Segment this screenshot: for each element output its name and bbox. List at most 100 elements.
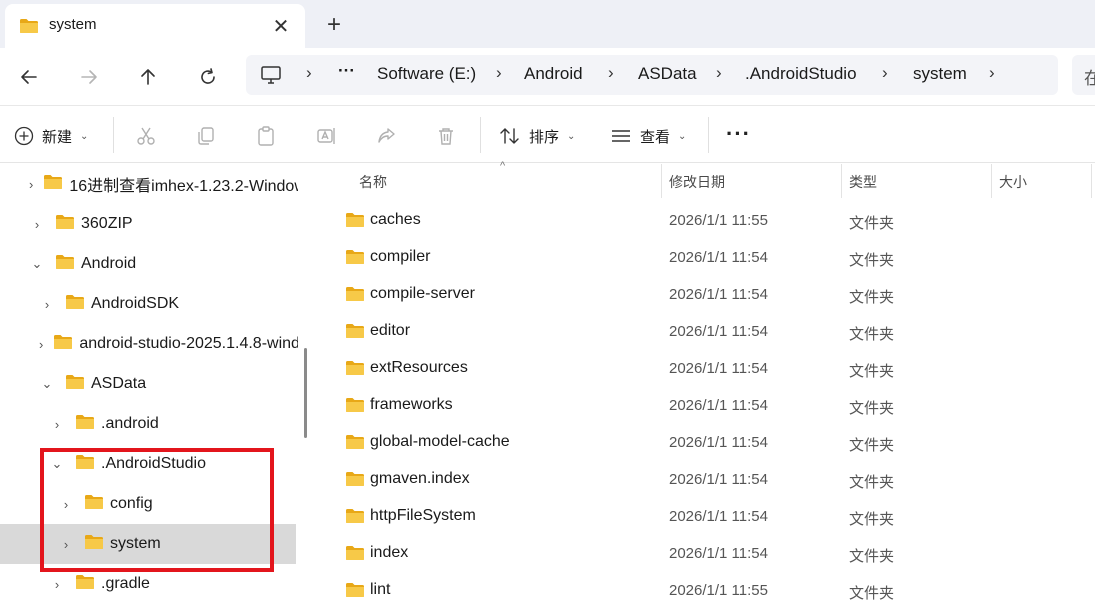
file-name: global-model-cache (370, 433, 510, 450)
tab-strip: system ✕ + (0, 0, 1095, 50)
chevron-right-icon[interactable]: › (496, 63, 502, 83)
column-divider[interactable] (1091, 164, 1092, 198)
tree-item-asdata[interactable]: ⌄ ASData (0, 364, 296, 404)
folder-icon (345, 471, 365, 492)
column-header-row: ^ 名称 修改日期 类型 大小 (318, 160, 1095, 198)
chevron-right-icon[interactable]: › (49, 417, 65, 432)
file-row[interactable]: index 2026/1/1 11:54 文件夹 (318, 535, 1095, 572)
paste-icon[interactable] (253, 123, 279, 149)
chevron-right-icon[interactable]: › (306, 63, 312, 83)
breadcrumb-software-e[interactable]: Software (E:) (377, 64, 476, 84)
file-type: 文件夹 (849, 585, 895, 602)
red-highlight-annotation (40, 448, 274, 572)
chevron-right-icon[interactable]: › (716, 63, 722, 83)
folder-icon (345, 434, 365, 455)
view-label: 查看 (640, 128, 671, 146)
toolbar-divider (708, 117, 709, 153)
command-toolbar: 新建 ⌄ 排序 ⌄ 查看 ⌄ ··· (0, 107, 1095, 163)
chevron-right-icon[interactable]: › (29, 177, 33, 192)
plus-icon[interactable]: + (320, 11, 348, 39)
breadcrumb-overflow[interactable]: ··· (338, 61, 355, 81)
chevron-right-icon[interactable]: › (39, 297, 55, 312)
file-modified: 2026/1/1 11:54 (669, 323, 768, 340)
file-modified: 2026/1/1 11:54 (669, 434, 768, 451)
breadcrumb-android[interactable]: Android (524, 64, 583, 84)
tree-item-360zip[interactable]: › 360ZIP (0, 204, 296, 244)
folder-icon (19, 18, 39, 39)
file-name: extResources (370, 359, 468, 376)
tree-item-androidsdk[interactable]: › AndroidSDK (0, 284, 296, 324)
new-label: 新建 (42, 128, 73, 146)
more-options-icon[interactable]: ··· (726, 121, 751, 147)
sort-button[interactable]: 排序 ⌄ (499, 124, 575, 148)
computer-icon[interactable] (260, 65, 282, 90)
tree-item-label: AndroidSDK (91, 295, 180, 312)
file-row[interactable]: lint 2026/1/1 11:55 文件夹 (318, 572, 1095, 609)
chevron-down-icon[interactable]: ⌄ (29, 256, 45, 272)
file-row[interactable]: httpFileSystem 2026/1/1 11:54 文件夹 (318, 498, 1095, 535)
folder-icon (345, 212, 365, 233)
share-icon[interactable] (373, 123, 399, 149)
copy-icon[interactable] (193, 123, 219, 149)
tree-item-android-studio[interactable]: › android-studio-2025.1.4.8-windows (0, 324, 298, 364)
tab-system[interactable]: system ✕ (5, 4, 305, 48)
tree-item-label: 360ZIP (81, 215, 133, 232)
chevron-down-icon[interactable]: ⌄ (39, 376, 55, 392)
tree-item-imhex[interactable]: › 16进制查看imhex-1.23.2-Windows (0, 164, 298, 204)
chevron-down-icon: ⌄ (80, 130, 89, 142)
file-name: gmaven.index (370, 470, 470, 487)
file-type: 文件夹 (849, 289, 895, 306)
file-list: ^ 名称 修改日期 类型 大小 caches 2026/1/1 11:55 文件夹 c… (318, 160, 1095, 615)
tree-item-android[interactable]: ⌄ Android (0, 244, 296, 284)
chevron-right-icon[interactable]: › (29, 217, 45, 232)
forward-arrow-icon[interactable] (72, 60, 106, 94)
file-type: 文件夹 (849, 548, 895, 565)
file-row[interactable]: extResources 2026/1/1 11:54 文件夹 (318, 350, 1095, 387)
file-row[interactable]: editor 2026/1/1 11:54 文件夹 (318, 313, 1095, 350)
file-row[interactable]: global-model-cache 2026/1/1 11:54 文件夹 (318, 424, 1095, 461)
column-type[interactable]: 类型 (849, 172, 877, 192)
toolbar-divider (480, 117, 481, 153)
address-bar[interactable]: › ··· Software (E:) › Android › ASData ›… (246, 55, 1058, 95)
back-arrow-icon[interactable] (12, 60, 46, 94)
file-row[interactable]: compiler 2026/1/1 11:54 文件夹 (318, 239, 1095, 276)
up-arrow-icon[interactable] (131, 60, 165, 94)
column-modified[interactable]: 修改日期 (669, 172, 725, 192)
breadcrumb-asdata[interactable]: ASData (638, 64, 697, 84)
search-input[interactable]: 在 (1072, 55, 1095, 95)
folder-icon (65, 294, 85, 315)
breadcrumb-androidstudio[interactable]: .AndroidStudio (745, 64, 857, 84)
sort-label: 排序 (529, 128, 560, 146)
sidebar-scrollbar[interactable] (304, 348, 307, 438)
file-name: compile-server (370, 285, 475, 302)
toolbar-divider (113, 117, 114, 153)
close-icon[interactable]: ✕ (267, 12, 295, 40)
folder-icon (55, 254, 75, 275)
column-name[interactable]: 名称 (359, 172, 387, 192)
delete-icon[interactable] (433, 123, 459, 149)
chevron-right-icon[interactable]: › (39, 337, 43, 352)
cut-icon[interactable] (133, 123, 159, 149)
column-divider[interactable] (991, 164, 992, 198)
file-row[interactable]: compile-server 2026/1/1 11:54 文件夹 (318, 276, 1095, 313)
file-row[interactable]: frameworks 2026/1/1 11:54 文件夹 (318, 387, 1095, 424)
tree-item-dot-android[interactable]: › .android (0, 404, 296, 444)
file-row[interactable]: caches 2026/1/1 11:55 文件夹 (318, 202, 1095, 239)
column-size[interactable]: 大小 (999, 172, 1027, 192)
column-divider[interactable] (661, 164, 662, 198)
view-button[interactable]: 查看 ⌄ (610, 124, 686, 148)
new-button[interactable]: 新建 ⌄ (14, 124, 88, 148)
breadcrumb-system[interactable]: system (913, 64, 967, 84)
plus-circle-icon (14, 126, 34, 146)
rename-icon[interactable] (313, 123, 339, 149)
column-divider[interactable] (841, 164, 842, 198)
refresh-icon[interactable] (191, 60, 225, 94)
chevron-right-icon[interactable]: › (608, 63, 614, 83)
chevron-right-icon[interactable]: › (882, 63, 888, 83)
folder-icon (65, 374, 85, 395)
file-name: httpFileSystem (370, 507, 476, 524)
chevron-right-icon[interactable]: › (49, 577, 65, 592)
file-row[interactable]: gmaven.index 2026/1/1 11:54 文件夹 (318, 461, 1095, 498)
chevron-right-icon[interactable]: › (989, 63, 995, 83)
view-list-icon (612, 130, 630, 142)
